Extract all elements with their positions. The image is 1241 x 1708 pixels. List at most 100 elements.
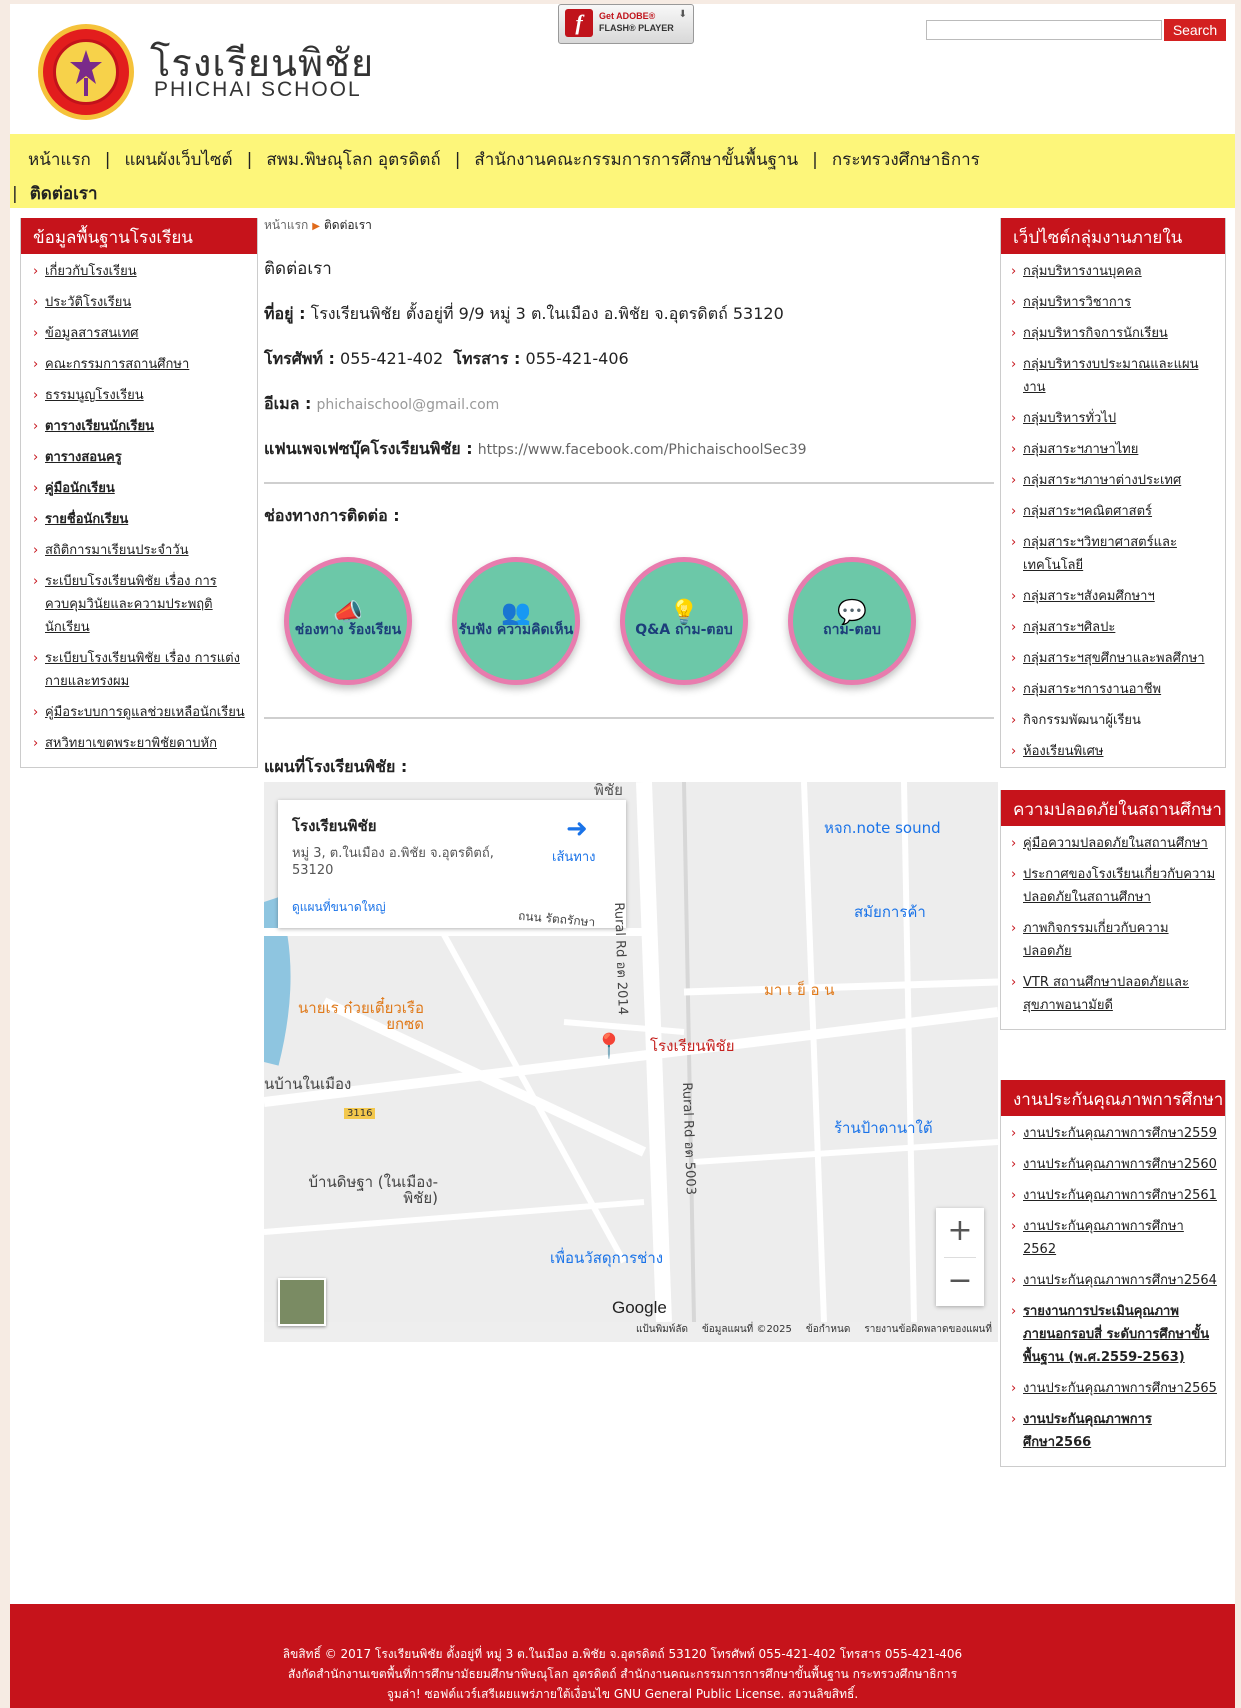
sidebar-link[interactable]: ข้อมูลสารสนเทศ xyxy=(45,326,139,341)
map-label[interactable]: หจก.note sound xyxy=(824,816,941,840)
sidebar-link[interactable]: กลุ่มสาระฯวิทยาศาสตร์และเทคโนโลยี xyxy=(1023,535,1177,573)
list-item[interactable]: กลุ่มสาระฯภาษาต่างประเทศ xyxy=(1011,469,1217,492)
complaint-channel-button[interactable]: 📣 ช่องทาง ร้องเรียน xyxy=(284,557,412,685)
list-item[interactable]: กลุ่มสาระฯการงานอาชีพ xyxy=(1011,678,1217,701)
map-footer-link[interactable]: รายงานข้อผิดพลาดของแผนที่ xyxy=(864,1324,992,1335)
sidebar-link[interactable]: ระเบียบโรงเรียนพิชัย เรื่อง การควบคุมวิน… xyxy=(45,574,217,635)
list-item[interactable]: กลุ่มสาระฯศิลปะ xyxy=(1011,616,1217,639)
sidebar-link[interactable]: งานประกันคุณภาพการศึกษา2565 xyxy=(1023,1381,1217,1396)
list-item[interactable]: สถิติการมาเรียนประจำวัน xyxy=(33,539,247,562)
sidebar-link[interactable]: กลุ่มบริหารงานบุคคล xyxy=(1023,264,1142,279)
map-label[interactable]: สมัยการค้า xyxy=(854,900,926,924)
list-item[interactable]: กลุ่มบริหารทั่วไป xyxy=(1011,407,1217,430)
map-label[interactable]: นายเร ก๋วยเตี๋ยวเรือยกซด xyxy=(284,1000,424,1032)
view-larger-map-link[interactable]: ดูแผนที่ขนาดใหญ่ xyxy=(292,898,386,917)
directions-link[interactable]: เส้นทาง xyxy=(552,846,595,867)
list-item[interactable]: กลุ่มบริหารงบประมาณและแผนงาน xyxy=(1011,353,1217,399)
sidebar-link[interactable]: งานประกันคุณภาพการศึกษา2560 xyxy=(1023,1157,1217,1172)
list-item[interactable]: ระเบียบโรงเรียนพิชัย เรื่อง การแต่งกายแล… xyxy=(33,647,247,693)
sidebar-link[interactable]: งานประกันคุณภาพการศึกษา2561 xyxy=(1023,1188,1217,1203)
facebook-messenger-button[interactable]: 💬 ถาม-ตอบ xyxy=(788,557,916,685)
map-footer-link[interactable]: ข้อกำหนด xyxy=(806,1324,850,1335)
sidebar-link[interactable]: กลุ่มสาระฯภาษาไทย xyxy=(1023,442,1138,457)
sidebar-link[interactable]: ห้องเรียนพิเศษ xyxy=(1023,744,1104,759)
map-label[interactable]: มา เ ย็ อ น xyxy=(764,978,835,1002)
map-pin-icon[interactable]: 📍 xyxy=(594,1032,624,1060)
nav-spm[interactable]: สพม.พิษณุโลก อุตรดิตถ์ xyxy=(266,150,440,170)
list-item[interactable]: คู่มือความปลอดภัยในสถานศึกษา xyxy=(1011,832,1217,855)
sidebar-link[interactable]: ตารางสอนครู xyxy=(45,450,122,465)
list-item[interactable]: งานประกันคุณภาพการศึกษา2566 xyxy=(1011,1408,1217,1454)
list-item[interactable]: งานประกันคุณภาพการศึกษา2560 xyxy=(1011,1153,1217,1176)
sidebar-link[interactable]: สหวิทยาเขตพระยาพิชัยดาบหัก xyxy=(45,736,217,751)
list-item[interactable]: คณะกรรมการสถานศึกษา xyxy=(33,353,247,376)
sidebar-link[interactable]: กลุ่มบริหารกิจการนักเรียน xyxy=(1023,326,1168,341)
list-item[interactable]: ประวัติโรงเรียน xyxy=(33,291,247,314)
email-link[interactable]: phichaischool@gmail.com xyxy=(317,397,500,413)
list-item[interactable]: กลุ่มสาระฯภาษาไทย xyxy=(1011,438,1217,461)
search-input[interactable] xyxy=(926,20,1162,40)
sidebar-link[interactable]: รายชื่อนักเรียน xyxy=(45,512,128,527)
map-label[interactable]: เพื่อนวัสดุการช่าง xyxy=(550,1246,663,1270)
sidebar-link[interactable]: คู่มือความปลอดภัยในสถานศึกษา xyxy=(1023,836,1208,851)
list-item[interactable]: ธรรมนูญโรงเรียน xyxy=(33,384,247,407)
list-item[interactable]: กลุ่มสาระฯสุขศึกษาและพลศึกษา xyxy=(1011,647,1217,670)
nav-home[interactable]: หน้าแรก xyxy=(28,150,91,170)
list-item[interactable]: VTR สถานศึกษาปลอดภัยและสุขภาพอนามัยดี xyxy=(1011,971,1217,1017)
get-flash-player-button[interactable]: f Get ADOBE® FLASH® PLAYER ⬇ xyxy=(558,4,694,44)
facebook-link[interactable]: https://www.facebook.com/PhichaischoolSe… xyxy=(478,442,807,458)
list-item[interactable]: กลุ่มบริหารกิจการนักเรียน xyxy=(1011,322,1217,345)
list-item[interactable]: กลุ่มสาระฯสังคมศึกษาฯ xyxy=(1011,585,1217,608)
nav-moe[interactable]: กระทรวงศึกษาธิการ xyxy=(832,150,980,170)
google-map[interactable]: โรงเรียนพิชัย หมู่ 3, ต.ในเมือง อ.พิชัย … xyxy=(264,782,998,1342)
list-item[interactable]: งานประกันคุณภาพการศึกษา2559 xyxy=(1011,1122,1217,1145)
sidebar-link[interactable]: คู่มือระบบการดูแลช่วยเหลือนักเรียน xyxy=(45,705,245,720)
sidebar-link[interactable]: งานประกันคุณภาพการศึกษา2559 xyxy=(1023,1126,1217,1141)
sidebar-link[interactable]: ธรรมนูญโรงเรียน xyxy=(45,388,144,403)
list-item[interactable]: ห้องเรียนพิเศษ xyxy=(1011,740,1217,763)
map-label[interactable]: ร้านป้าดานาใต้ xyxy=(834,1116,933,1140)
directions-icon[interactable]: ➜ xyxy=(566,814,588,844)
satellite-toggle-button[interactable] xyxy=(278,1278,326,1326)
sidebar-link[interactable]: งานประกันคุณภาพการศึกษา2566 xyxy=(1023,1412,1152,1450)
list-item[interactable]: งานประกันคุณภาพการศึกษา2565 xyxy=(1011,1377,1217,1400)
sidebar-link[interactable]: สถิติการมาเรียนประจำวัน xyxy=(45,543,189,558)
sidebar-link[interactable]: กลุ่มบริหารงบประมาณและแผนงาน xyxy=(1023,357,1198,395)
sidebar-link[interactable]: งานประกันคุณภาพการศึกษา2564 xyxy=(1023,1273,1217,1288)
sidebar-link[interactable]: ประวัติโรงเรียน xyxy=(45,295,131,310)
sidebar-link[interactable]: คู่มือนักเรียน xyxy=(45,481,115,496)
list-item[interactable]: รายงานการประเมินคุณภาพภายนอกรอบสี่ ระดับ… xyxy=(1011,1300,1217,1369)
list-item[interactable]: กลุ่มสาระฯวิทยาศาสตร์และเทคโนโลยี xyxy=(1011,531,1217,577)
list-item[interactable]: ข้อมูลสารสนเทศ xyxy=(33,322,247,345)
list-item[interactable]: งานประกันคุณภาพการศึกษา2561 xyxy=(1011,1184,1217,1207)
list-item[interactable]: กลุ่มบริหารงานบุคคล xyxy=(1011,260,1217,283)
list-item[interactable]: คู่มือนักเรียน xyxy=(33,477,247,500)
sidebar-link[interactable]: กลุ่มบริหารวิชาการ xyxy=(1023,295,1131,310)
sidebar-link[interactable]: เกี่ยวกับโรงเรียน xyxy=(45,264,137,279)
sidebar-link[interactable]: กลุ่มสาระฯศิลปะ xyxy=(1023,620,1115,635)
list-item[interactable]: คู่มือระบบการดูแลช่วยเหลือนักเรียน xyxy=(33,701,247,724)
list-item[interactable]: กลุ่มสาระฯคณิตศาสตร์ xyxy=(1011,500,1217,523)
zoom-in-button[interactable]: + xyxy=(936,1208,984,1257)
sidebar-link[interactable]: กลุ่มสาระฯการงานอาชีพ xyxy=(1023,682,1161,697)
list-item[interactable]: ตารางเรียนนักเรียน xyxy=(33,415,247,438)
qa-channel-button[interactable]: 💡 Q&A ถาม-ตอบ xyxy=(620,557,748,685)
sidebar-link[interactable]: ประกาศของโรงเรียนเกี่ยวกับความปลอดภัยในส… xyxy=(1023,867,1215,905)
list-item[interactable]: สหวิทยาเขตพระยาพิชัยดาบหัก xyxy=(33,732,247,755)
sidebar-link[interactable]: รายงานการประเมินคุณภาพภายนอกรอบสี่ ระดับ… xyxy=(1023,1304,1209,1365)
sidebar-link[interactable]: กิจกรรมพัฒนาผู้เรียน xyxy=(1023,713,1141,728)
school-logo[interactable] xyxy=(38,24,134,120)
sidebar-link[interactable]: ตารางเรียนนักเรียน xyxy=(45,419,154,434)
list-item[interactable]: งานประกันคุณภาพการศึกษา2564 xyxy=(1011,1269,1217,1292)
list-item[interactable]: ระเบียบโรงเรียนพิชัย เรื่อง การควบคุมวิน… xyxy=(33,570,247,639)
sidebar-link[interactable]: VTR สถานศึกษาปลอดภัยและสุขภาพอนามัยดี xyxy=(1023,975,1189,1013)
sidebar-link[interactable]: กลุ่มสาระฯสังคมศึกษาฯ xyxy=(1023,589,1155,604)
sidebar-link[interactable]: ระเบียบโรงเรียนพิชัย เรื่อง การแต่งกายแล… xyxy=(45,651,240,689)
list-item[interactable]: ตารางสอนครู xyxy=(33,446,247,469)
list-item[interactable]: กลุ่มบริหารวิชาการ xyxy=(1011,291,1217,314)
breadcrumb-home[interactable]: หน้าแรก xyxy=(264,218,308,232)
sidebar-link[interactable]: กลุ่มสาระฯสุขศึกษาและพลศึกษา xyxy=(1023,651,1205,666)
zoom-out-button[interactable]: − xyxy=(936,1258,984,1307)
feedback-channel-button[interactable]: 👥 รับฟัง ความคิดเห็น xyxy=(452,557,580,685)
map-marker-label[interactable]: โรงเรียนพิชัย xyxy=(650,1034,735,1058)
